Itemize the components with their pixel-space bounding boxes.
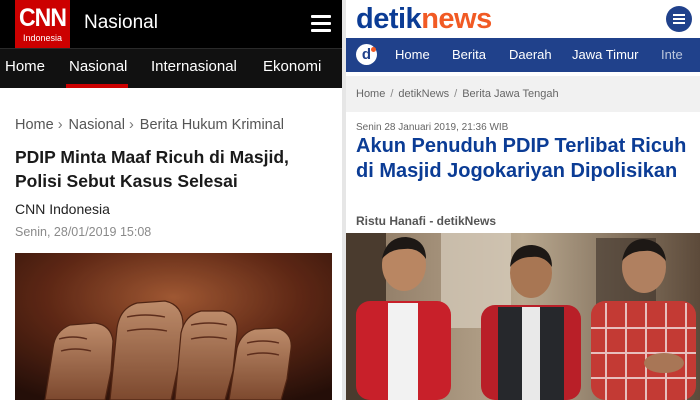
nav-item-internasional[interactable]: Internasional — [151, 57, 237, 77]
breadcrumb: Home › Nasional › Berita Hukum Kriminal — [15, 115, 284, 135]
cnn-logo[interactable]: CNN Indonesia — [15, 0, 70, 48]
hamburger-menu-icon[interactable] — [666, 6, 692, 32]
slash-separator-icon: / — [390, 88, 394, 100]
nav-item-berita[interactable]: Berita — [452, 46, 486, 64]
cnn-header: CNN Indonesia Nasional — [0, 0, 342, 48]
detik-article-panel: detiknews d Home Berita Daerah Jawa Timu… — [346, 0, 700, 400]
chevron-right-icon: › — [128, 117, 134, 133]
detik-home-badge-icon[interactable]: d — [356, 44, 377, 65]
nav-item-internasional[interactable]: Inte — [661, 46, 683, 64]
hamburger-menu-icon[interactable] — [311, 15, 333, 32]
nav-item-home[interactable]: Home — [395, 46, 430, 64]
nav-active-indicator — [66, 84, 128, 88]
detik-header: detiknews — [346, 0, 700, 40]
breadcrumb-nasional[interactable]: Nasional — [69, 117, 125, 133]
nav-item-ekonomi[interactable]: Ekonomi — [263, 57, 321, 77]
article-date: Senin 28 Januari 2019, 21:36 WIB — [356, 122, 509, 133]
cnn-logo-subtext: Indonesia — [22, 33, 63, 43]
breadcrumb-home[interactable]: Home — [15, 117, 54, 133]
breadcrumb-category[interactable]: Berita Jawa Tengah — [462, 88, 558, 100]
article-author: Ristu Hanafi - detikNews — [356, 214, 497, 228]
breadcrumb-home[interactable]: Home — [356, 88, 385, 100]
article-headline: PDIP Minta Maaf Ricuh di Masjid, Polisi … — [15, 147, 289, 191]
breadcrumb-bar: Home / detikNews / Berita Jawa Tengah — [346, 76, 700, 112]
nav-item-daerah[interactable]: Daerah — [509, 46, 552, 64]
cnn-section-title: Nasional — [84, 12, 158, 33]
breadcrumb-detiknews[interactable]: detikNews — [398, 88, 449, 100]
nav-item-nasional[interactable]: Nasional — [69, 57, 127, 77]
nav-item-jawa-timur[interactable]: Jawa Timur — [572, 46, 638, 64]
cnn-article-panel: CNN Indonesia Nasional Home Nasional Int… — [0, 0, 342, 400]
article-date: Senin, 28/01/2019 15:08 — [15, 225, 152, 239]
article-photo-three-men — [346, 233, 700, 400]
cnn-nav-bar: Home Nasional Internasional Ekonomi — [0, 48, 342, 88]
cnn-logo-text: CNN — [18, 4, 67, 32]
slash-separator-icon: / — [454, 88, 458, 100]
chevron-right-icon: › — [57, 117, 63, 133]
article-image-fists — [15, 253, 332, 400]
nav-item-home[interactable]: Home — [5, 57, 45, 77]
article-source: CNN Indonesia — [15, 201, 110, 217]
article-headline: Akun Penuduh PDIP Terlibat Ricuh di Masj… — [356, 135, 687, 182]
breadcrumb-category[interactable]: Berita Hukum Kriminal — [140, 117, 284, 133]
detik-logo[interactable]: detiknews — [356, 2, 492, 36]
breadcrumb: Home / detikNews / Berita Jawa Tengah — [356, 87, 559, 101]
detik-nav-bar: d Home Berita Daerah Jawa Timur Inte — [346, 38, 700, 72]
